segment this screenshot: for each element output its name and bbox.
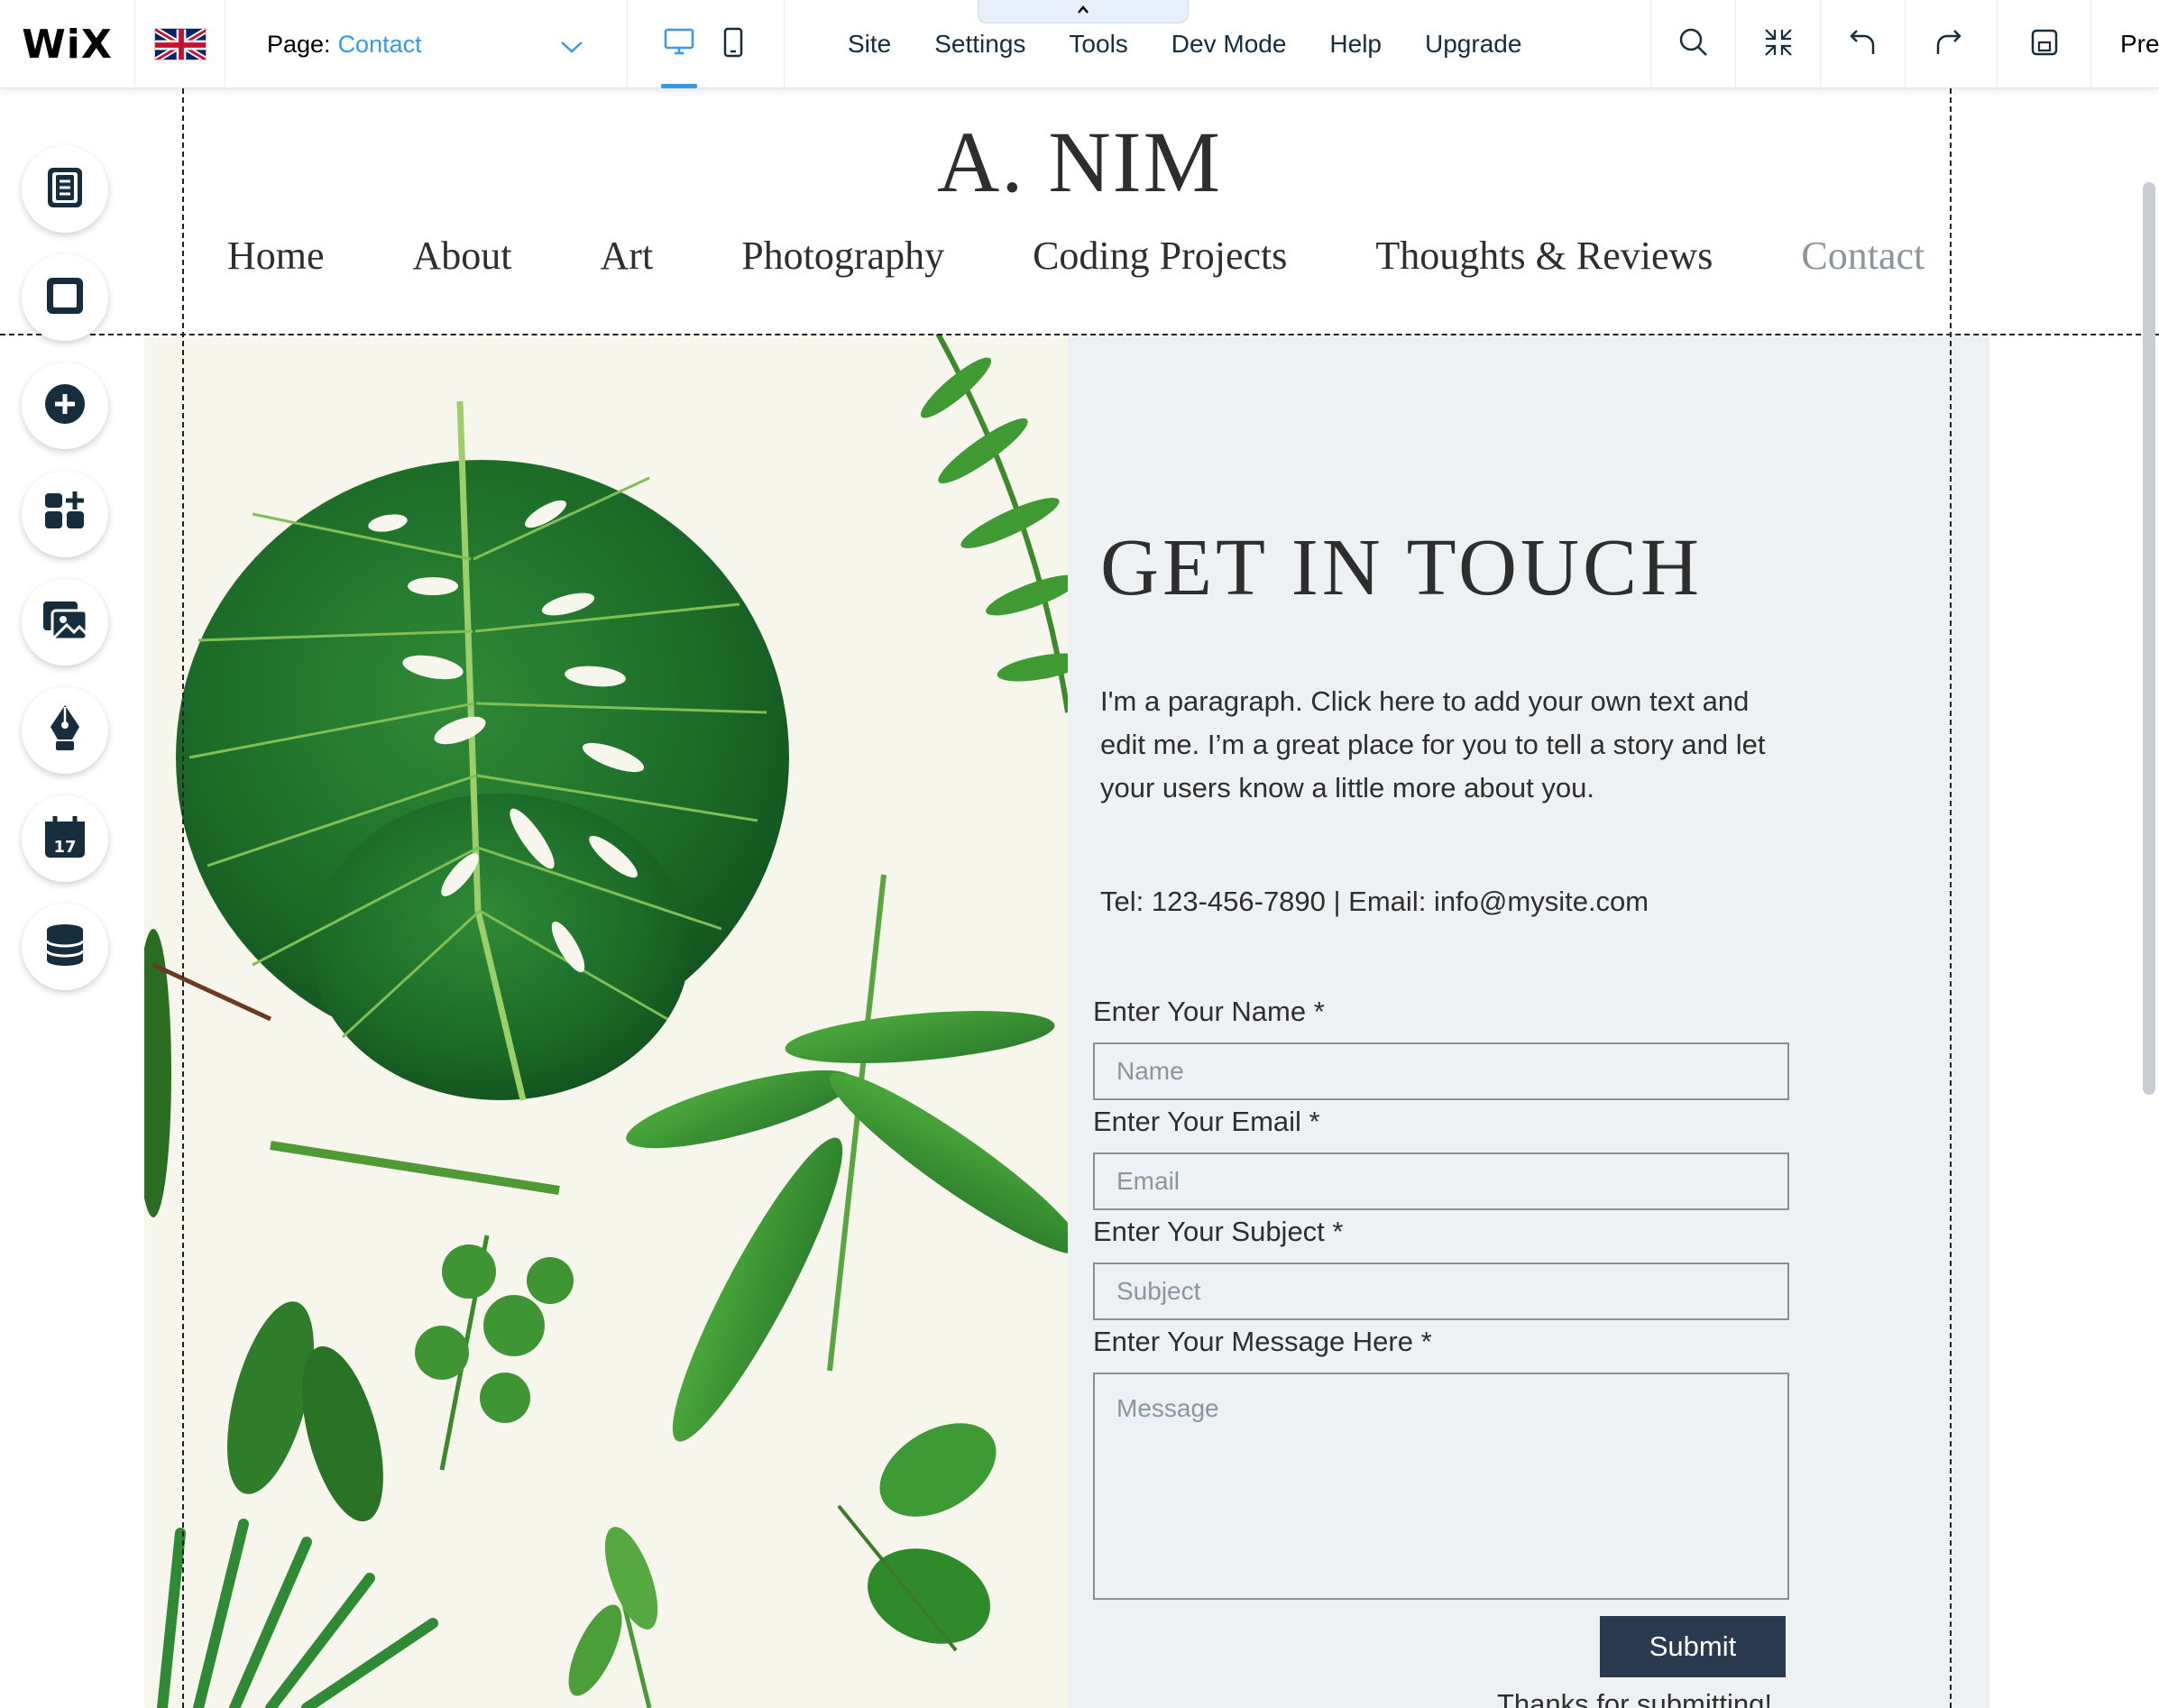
desktop-icon [664, 28, 694, 61]
contact-strip[interactable]: GET IN TOUCH I'm a paragraph. Click here… [144, 334, 1989, 1708]
nav-photography[interactable]: Photography [741, 233, 944, 279]
device-switcher [628, 0, 785, 88]
add-apps-button[interactable] [22, 471, 108, 557]
nav-thoughts-reviews[interactable]: Thoughts & Reviews [1375, 233, 1713, 279]
nav-coding-projects[interactable]: Coding Projects [1033, 233, 1287, 279]
email-field[interactable] [1093, 1152, 1789, 1210]
site-header[interactable]: A. NIM Home About Art Photography Coding… [182, 88, 1952, 334]
subject-label: Enter Your Subject * [1093, 1216, 1344, 1247]
name-field[interactable] [1093, 1042, 1789, 1100]
uk-flag-icon [153, 28, 207, 60]
background-icon [43, 274, 87, 322]
submit-button[interactable]: Submit [1600, 1616, 1786, 1677]
desktop-view-button[interactable] [652, 0, 706, 88]
wix-logo[interactable]: WiX [0, 0, 135, 88]
editor-left-rail: 17 [0, 88, 130, 1708]
menu-help[interactable]: Help [1329, 30, 1382, 59]
collapse-toolbar-button[interactable] [978, 0, 1189, 23]
left-gridline[interactable] [182, 88, 184, 1708]
page-selector[interactable]: Page: Contact [225, 0, 628, 88]
contact-details[interactable]: Tel: 123-456-7890 | Email: info@mysite.c… [1100, 886, 1649, 918]
background-button[interactable] [22, 254, 108, 341]
contact-heading[interactable]: GET IN TOUCH [1100, 521, 1703, 614]
mobile-view-button[interactable] [706, 0, 760, 88]
blog-button[interactable] [22, 687, 108, 774]
database-icon [44, 923, 86, 972]
undo-icon [1848, 27, 1879, 62]
site-title[interactable]: A. NIM [0, 112, 2159, 212]
page-selector-label: Page: [267, 30, 331, 58]
pages-button[interactable] [22, 146, 108, 233]
search-button[interactable] [1650, 0, 1735, 88]
editor-top-bar: WiX Page: Contact Site Settings Tools De… [0, 0, 2159, 88]
site-nav: Home About Art Photography Coding Projec… [227, 233, 1925, 279]
menu-settings[interactable]: Settings [934, 30, 1025, 59]
undo-button[interactable] [1820, 0, 1905, 88]
redo-button[interactable] [1905, 0, 1989, 88]
email-label: Enter Your Email * [1093, 1106, 1320, 1137]
zoom-out-icon [1763, 27, 1794, 62]
page-selector-value: Contact [337, 30, 422, 58]
editor-canvas: A. NIM Home About Art Photography Coding… [0, 88, 2159, 1708]
menu-site[interactable]: Site [848, 30, 891, 59]
header-boundary-line[interactable] [0, 334, 2159, 335]
language-selector[interactable] [135, 0, 225, 88]
message-field[interactable] [1093, 1373, 1789, 1600]
nav-about[interactable]: About [413, 233, 512, 279]
chevron-down-icon [560, 32, 583, 60]
redo-icon [1933, 27, 1963, 62]
contact-section: GET IN TOUCH I'm a paragraph. Click here… [1068, 334, 1989, 1708]
svg-text:17: 17 [53, 838, 76, 857]
add-icon [42, 381, 87, 431]
nav-home[interactable]: Home [227, 233, 325, 279]
search-icon [1678, 27, 1709, 62]
zoom-out-button[interactable] [1735, 0, 1820, 88]
contact-paragraph[interactable]: I'm a paragraph. Click here to add your … [1100, 680, 1786, 810]
nav-contact[interactable]: Contact [1801, 233, 1925, 279]
pages-icon [44, 166, 86, 214]
canvas-scrollbar[interactable] [2143, 182, 2155, 1095]
add-apps-icon [42, 490, 87, 539]
menu-dev-mode[interactable]: Dev Mode [1171, 30, 1287, 59]
save-icon [2030, 28, 2059, 61]
bookings-icon: 17 [42, 814, 87, 864]
menu-tools[interactable]: Tools [1069, 30, 1127, 59]
nav-art[interactable]: Art [601, 233, 654, 279]
menu-upgrade[interactable]: Upgrade [1425, 30, 1521, 59]
message-label: Enter Your Message Here * [1093, 1326, 1432, 1357]
right-gridline[interactable] [1950, 88, 1952, 1708]
save-button[interactable] [1997, 0, 2090, 88]
blog-icon [47, 703, 83, 758]
add-elements-button[interactable] [22, 363, 108, 449]
chevron-up-icon [1076, 4, 1090, 20]
mobile-icon [723, 27, 743, 62]
preview-button[interactable]: Pre [2090, 0, 2159, 88]
bookings-button[interactable]: 17 [22, 795, 108, 882]
database-button[interactable] [22, 904, 108, 990]
name-label: Enter Your Name * [1093, 996, 1325, 1027]
thanks-message: Thanks for submitting! [1497, 1688, 1772, 1708]
media-icon [41, 600, 88, 646]
media-button[interactable] [22, 579, 108, 666]
subject-field[interactable] [1093, 1263, 1789, 1320]
plants-image[interactable] [144, 334, 1068, 1708]
